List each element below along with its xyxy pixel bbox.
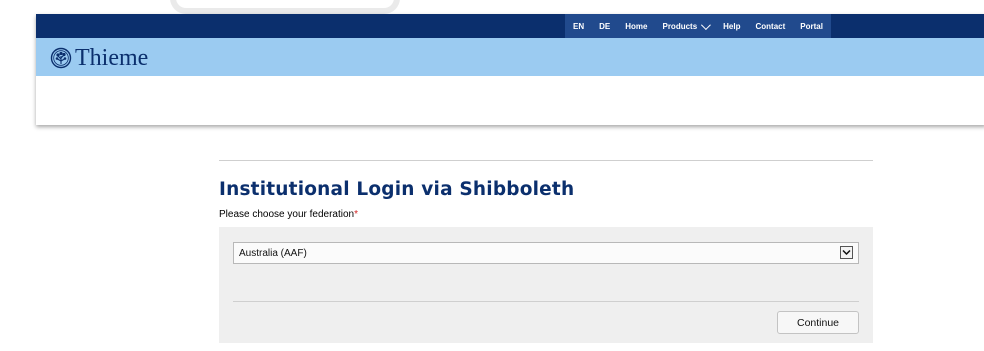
page-title: Institutional Login via Shibboleth [219, 179, 575, 200]
login-content: Institutional Login via Shibboleth Pleas… [219, 160, 873, 343]
nav-item-en[interactable]: EN [573, 22, 584, 31]
brand-name: Thieme [75, 45, 149, 71]
top-divider [219, 160, 873, 161]
federation-label: Please choose your federation* [219, 209, 358, 220]
panel-divider [233, 301, 859, 302]
continue-button[interactable]: Continue [777, 311, 859, 334]
federation-form-panel: Australia (AAF) Continue [219, 227, 873, 343]
federation-select-value: Australia (AAF) [239, 247, 307, 259]
brand-band: Thieme [36, 38, 984, 76]
decorative-arc [170, 0, 400, 14]
nav-item-de[interactable]: DE [599, 22, 610, 31]
nav-item-products[interactable]: Products [662, 19, 712, 31]
site-header: EN DE Home Products Help Contact Portal … [36, 14, 984, 125]
nav-item-home[interactable]: Home [625, 22, 647, 31]
chevron-down-icon [842, 249, 851, 256]
required-mark: * [354, 209, 358, 220]
top-nav-bar: EN DE Home Products Help Contact Portal [36, 14, 984, 38]
top-nav-menu: EN DE Home Products Help Contact Portal [565, 14, 831, 38]
nav-item-portal[interactable]: Portal [800, 22, 823, 31]
chevron-down-icon [701, 19, 712, 30]
nav-item-help[interactable]: Help [723, 22, 740, 31]
top-strip [0, 0, 984, 14]
dropdown-arrow[interactable] [840, 246, 853, 259]
tree-emblem-icon [50, 47, 72, 69]
thieme-logo[interactable]: Thieme [50, 46, 148, 70]
federation-select[interactable]: Australia (AAF) [233, 242, 859, 264]
nav-item-contact[interactable]: Contact [756, 22, 786, 31]
